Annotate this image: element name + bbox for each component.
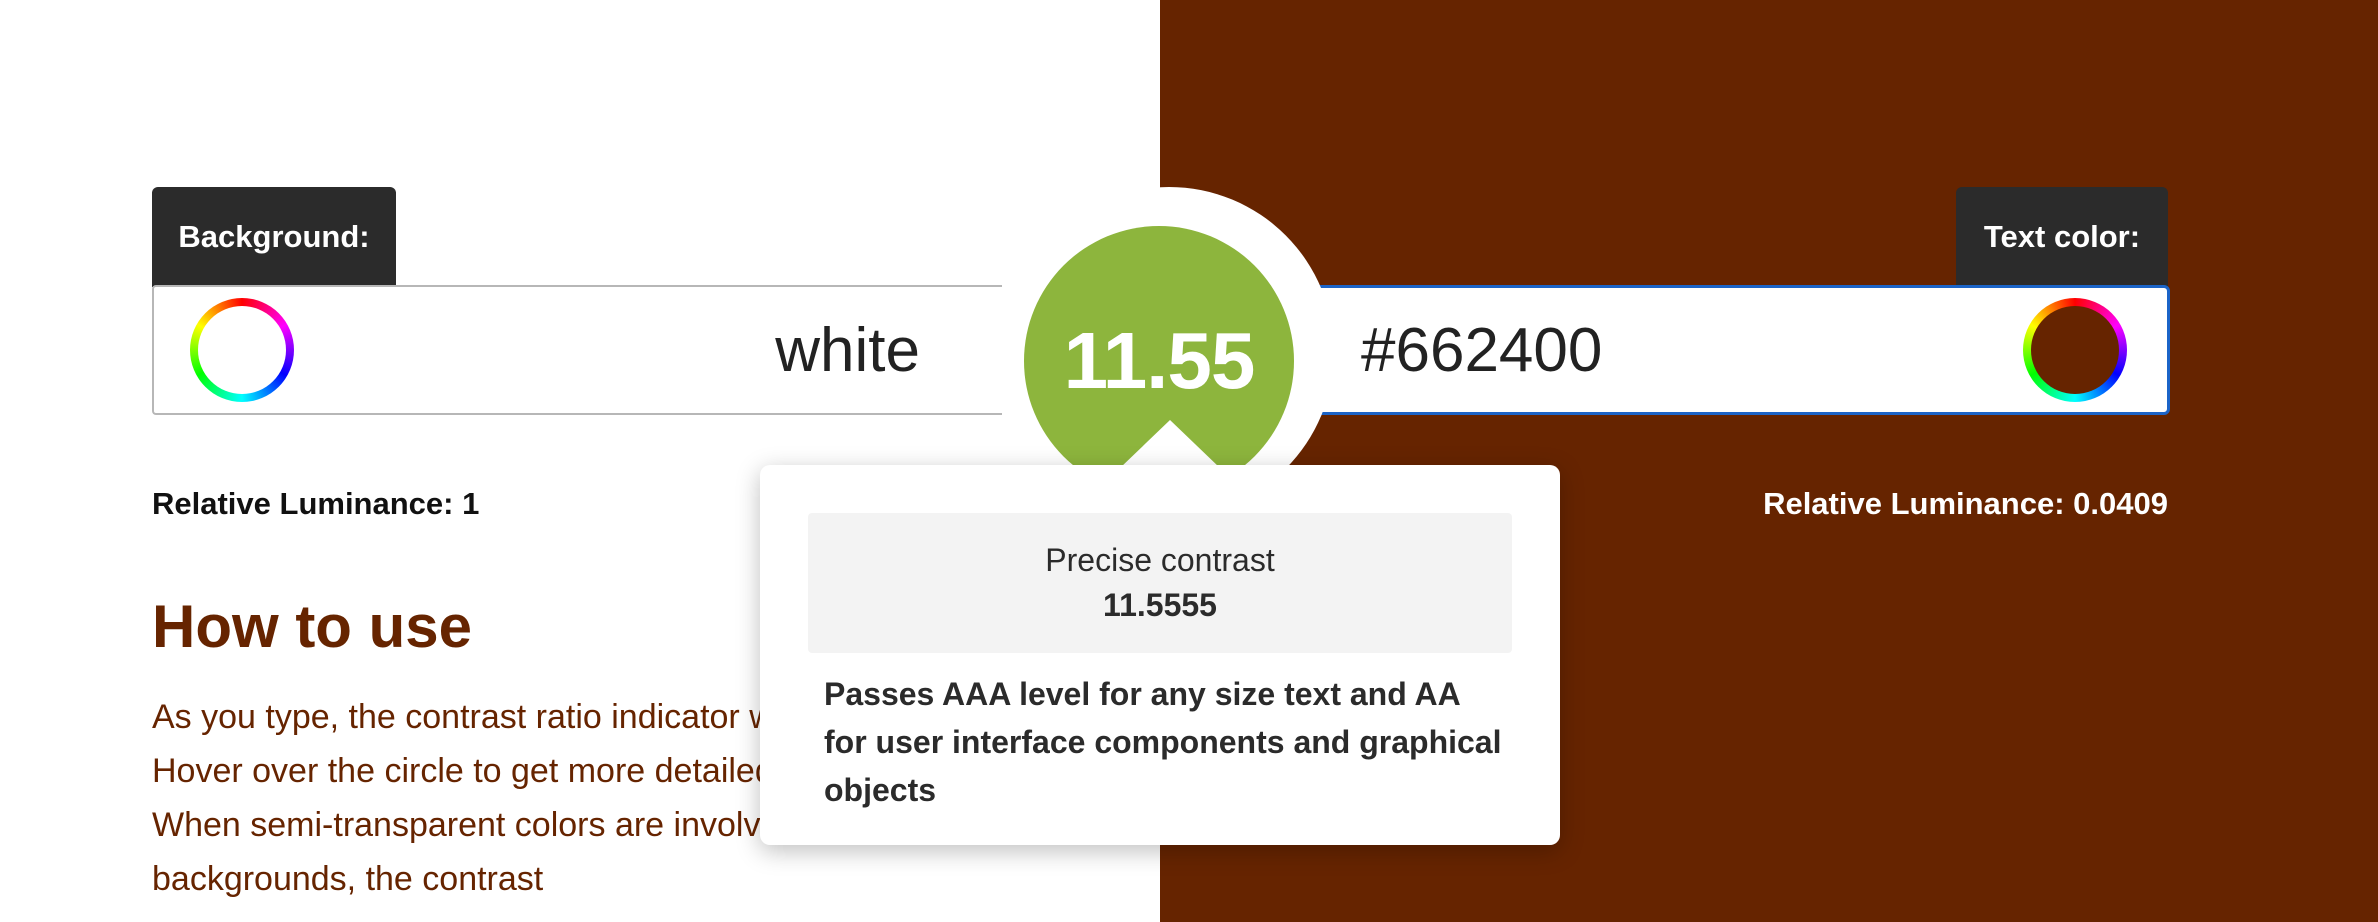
- contrast-tooltip: Precise contrast 11.5555 Passes AAA leve…: [760, 465, 1560, 845]
- background-field: [152, 285, 1002, 415]
- precise-contrast-label: Precise contrast: [1045, 542, 1275, 578]
- tooltip-arrow: [1120, 420, 1220, 468]
- text-color-luminance-value: 0.0409: [2073, 486, 2168, 521]
- text-color-field: [1308, 285, 2170, 415]
- text-color-luminance-label: Relative Luminance:: [1763, 486, 2065, 521]
- precise-contrast-box: Precise contrast 11.5555: [808, 513, 1512, 653]
- contrast-pass-message: Passes AAA level for any size text and A…: [824, 676, 1502, 808]
- background-input[interactable]: [274, 287, 964, 413]
- precise-contrast-value: 11.5555: [1103, 587, 1217, 623]
- background-luminance-label: Relative Luminance:: [152, 486, 454, 521]
- how-to-use-heading: How to use: [152, 593, 473, 660]
- background-relative-luminance: Relative Luminance: 1: [152, 486, 479, 522]
- background-luminance-value: 1: [462, 486, 480, 521]
- background-label: Background:: [152, 187, 396, 287]
- text-color-picker-icon[interactable]: [2023, 298, 2127, 402]
- contrast-ratio-value: 11.55: [1063, 316, 1256, 405]
- text-color-input[interactable]: [1311, 288, 1971, 412]
- text-color-label: Text color:: [1956, 187, 2168, 287]
- text-color-relative-luminance: Relative Luminance: 0.0409: [1763, 486, 2168, 522]
